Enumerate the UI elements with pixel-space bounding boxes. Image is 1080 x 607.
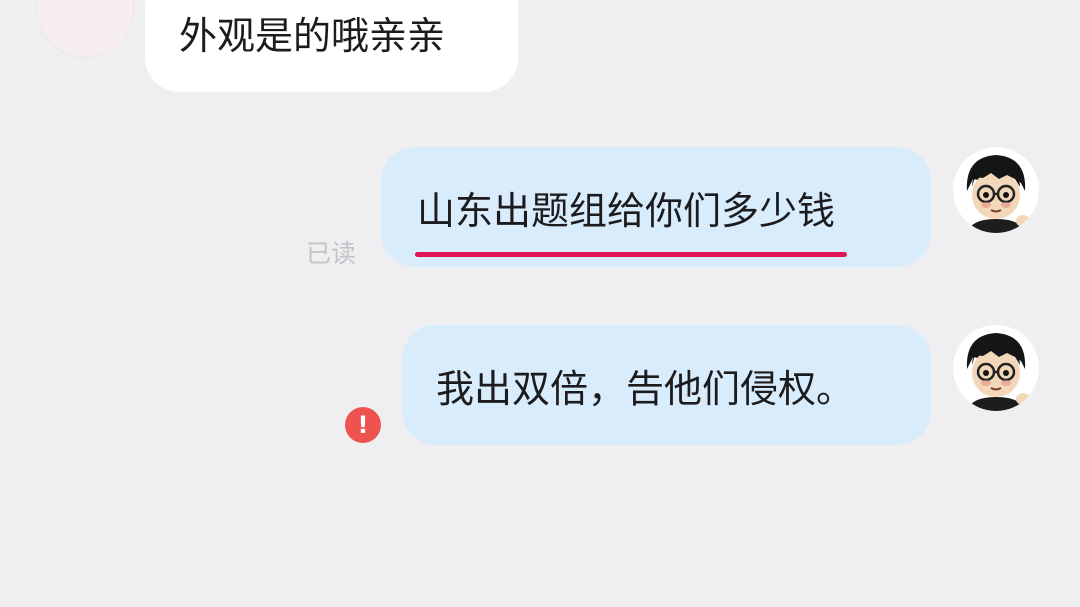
- contact-avatar[interactable]: [36, 0, 134, 58]
- message-text-underlined: 山东出题组给你们多少钱: [415, 180, 848, 257]
- read-receipt: 已读: [306, 239, 357, 268]
- message-text: 外观是的哦亲亲: [179, 13, 446, 58]
- incoming-message-bubble[interactable]: 外观是的哦亲亲: [145, 0, 518, 92]
- message-text: 山东出题组给你们多少钱: [417, 188, 836, 233]
- cartoon-boy-glasses-avatar-icon: [953, 325, 1039, 411]
- user-avatar[interactable]: [953, 325, 1039, 411]
- user-avatar[interactable]: [953, 147, 1039, 233]
- outgoing-message-bubble[interactable]: 山东出题组给你们多少钱: [381, 147, 931, 267]
- chat-screen: 外观是的哦亲亲 已读 山东出题组给你们多少钱 ! 我出双倍，告他们侵权。: [0, 0, 1080, 607]
- message-text: 我出双倍，告他们侵权。: [436, 366, 855, 411]
- send-failed-error-icon[interactable]: !: [345, 407, 381, 443]
- highlight-underline: [415, 251, 848, 257]
- outgoing-message-bubble[interactable]: 我出双倍，告他们侵权。: [402, 325, 931, 445]
- cartoon-boy-glasses-avatar-icon: [953, 147, 1039, 233]
